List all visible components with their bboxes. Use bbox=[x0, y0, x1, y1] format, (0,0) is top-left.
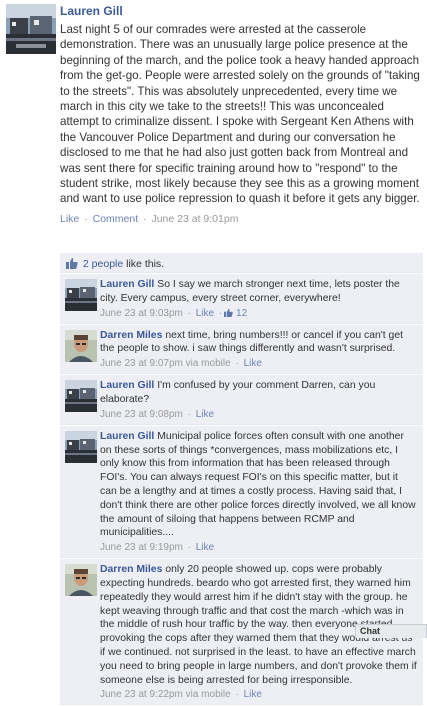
comment-timestamp[interactable]: June 23 at 9:22pm bbox=[100, 689, 183, 700]
comment-like-link[interactable]: Like bbox=[244, 689, 262, 700]
post-timestamp[interactable]: June 23 at 9:01pm bbox=[151, 213, 238, 225]
separator: · bbox=[187, 307, 191, 319]
avatar-image bbox=[65, 564, 97, 597]
comment-author-link[interactable]: Lauren Gill bbox=[100, 279, 154, 290]
comment-avatar[interactable] bbox=[65, 430, 97, 463]
comment-text-block: Darren Miles next time, bring numbers!!! … bbox=[100, 329, 417, 357]
separator: · bbox=[84, 212, 88, 225]
comment-like-count-wrap[interactable]: · 12 bbox=[217, 308, 247, 319]
comment-author-link[interactable]: Lauren Gill bbox=[100, 380, 154, 391]
comment-author-link[interactable]: Darren Miles bbox=[100, 330, 162, 341]
comment-like-link[interactable]: Like bbox=[196, 542, 214, 553]
avatar-image bbox=[65, 430, 97, 463]
avatar-image bbox=[6, 4, 56, 54]
comment-avatar[interactable] bbox=[65, 329, 97, 362]
comment-via: via mobile bbox=[185, 689, 231, 701]
comment-timestamp[interactable]: June 23 at 9:08pm bbox=[100, 409, 183, 420]
comment-meta: June 23 at 9:22pm via mobile · Like bbox=[100, 689, 417, 700]
post-comment-link[interactable]: Comment bbox=[93, 213, 139, 225]
comment-meta: June 23 at 9:07pm via mobile · Like bbox=[100, 358, 417, 369]
comment-meta: June 23 at 9:19pm · Like bbox=[100, 542, 417, 553]
thumbs-up-icon bbox=[224, 308, 233, 319]
chat-tab[interactable]: Chat bbox=[355, 624, 427, 638]
thumbs-up-icon bbox=[66, 257, 78, 272]
comment-author-link[interactable]: Darren Miles bbox=[100, 564, 162, 575]
separator: · bbox=[235, 689, 239, 701]
avatar-image bbox=[65, 380, 97, 413]
comment-like-link[interactable]: Like bbox=[196, 308, 214, 319]
comment: Darren Miles next time, bring numbers!!! … bbox=[60, 324, 423, 375]
comment-text: Municipal police forces often consult wi… bbox=[100, 430, 416, 539]
comment-meta: June 23 at 9:08pm · Like bbox=[100, 409, 417, 420]
separator: · bbox=[143, 212, 147, 225]
comment-timestamp[interactable]: June 23 at 9:07pm bbox=[100, 358, 183, 369]
comment-avatar[interactable] bbox=[65, 564, 97, 597]
comments-list: Lauren Gill So I say we march stronger ne… bbox=[60, 274, 423, 706]
likes-suffix: like this. bbox=[126, 258, 165, 270]
comment-author-link[interactable]: Lauren Gill bbox=[100, 431, 154, 442]
comment-avatar[interactable] bbox=[65, 279, 97, 311]
comment-timestamp[interactable]: June 23 at 9:03pm bbox=[100, 308, 183, 319]
post-body: Lauren Gill Last night 5 of our comrades… bbox=[60, 4, 420, 225]
post-text: Last night 5 of our comrades were arrest… bbox=[60, 23, 420, 206]
comment-like-link[interactable]: Like bbox=[196, 409, 214, 420]
comment: Lauren Gill Municipal police forces often… bbox=[60, 425, 423, 559]
comment-like-count[interactable]: 12 bbox=[236, 308, 247, 319]
comment-text-block: Lauren Gill Municipal police forces often… bbox=[100, 430, 417, 540]
avatar-image bbox=[65, 279, 97, 311]
post-like-link[interactable]: Like bbox=[60, 213, 79, 225]
comment-timestamp[interactable]: June 23 at 9:19pm bbox=[100, 542, 183, 553]
likes-bar: 2 people like this. bbox=[60, 253, 423, 273]
comment: Lauren Gill So I say we march stronger ne… bbox=[60, 274, 423, 324]
avatar-image bbox=[65, 329, 97, 362]
separator: · bbox=[187, 408, 191, 420]
likes-people-link[interactable]: 2 people bbox=[83, 258, 123, 270]
separator: · bbox=[235, 358, 239, 370]
comment-like-link[interactable]: Like bbox=[244, 358, 262, 369]
comment-meta: June 23 at 9:03pm · Like · 12 bbox=[100, 308, 417, 319]
comment-via: via mobile bbox=[185, 358, 231, 370]
author-avatar[interactable] bbox=[6, 4, 56, 54]
comment-avatar[interactable] bbox=[65, 380, 97, 413]
post-meta: Like · Comment · June 23 at 9:01pm bbox=[60, 213, 420, 225]
separator: · bbox=[187, 542, 191, 554]
comment: Lauren Gill I'm confused by your comment … bbox=[60, 375, 423, 425]
comment-text-block: Lauren Gill I'm confused by your comment … bbox=[100, 379, 417, 407]
post-author-link[interactable]: Lauren Gill bbox=[60, 4, 420, 18]
comment-text-block: Lauren Gill So I say we march stronger ne… bbox=[100, 278, 417, 306]
